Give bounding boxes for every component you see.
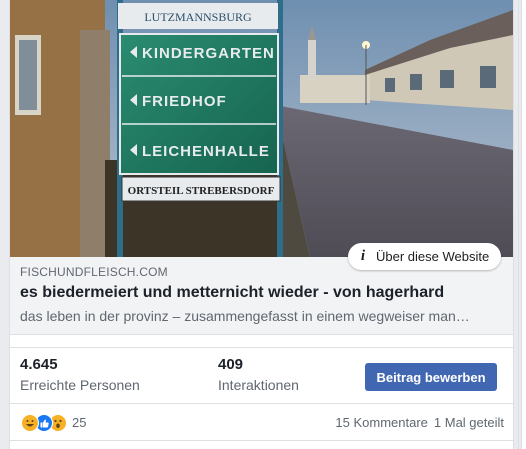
reach-label: Erreichte Personen [20, 377, 140, 393]
about-website-button[interactable]: i Über diese Website [348, 243, 502, 270]
reach-stat[interactable]: 4.645 Erreichte Personen [20, 356, 140, 393]
reaction-count[interactable]: 25 [72, 415, 86, 430]
info-icon: i [360, 248, 366, 264]
shares-link[interactable]: 1 Mal geteilt [434, 415, 504, 430]
reaction-icons[interactable] [21, 414, 67, 432]
interactions-stat[interactable]: 409 Interaktionen [218, 356, 299, 393]
sign-bottom-text: ORTSTEIL STREBERSDORF [128, 185, 275, 197]
haha-icon [21, 414, 39, 432]
adjacent-panel-edge [518, 0, 526, 449]
divider [10, 440, 513, 441]
reach-value: 4.645 [20, 356, 58, 373]
link-preview-image[interactable]: LUTZMANNSBURG KINDERGARTEN FRIEDHOF LEIC… [10, 0, 513, 257]
post-card: LUTZMANNSBURG KINDERGARTEN FRIEDHOF LEIC… [9, 0, 514, 449]
comments-link[interactable]: 15 Kommentare [335, 415, 428, 430]
interactions-label: Interaktionen [218, 377, 299, 393]
link-description: das leben in der provinz – zusammengefas… [20, 308, 470, 324]
interactions-value: 409 [218, 356, 244, 373]
engagement-links: 15 Kommentare 1 Mal geteilt [335, 415, 504, 430]
sign-item-kindergarten: KINDERGARTEN [142, 45, 275, 62]
sign-top-text: LUTZMANNSBURG [144, 10, 252, 24]
link-title[interactable]: es biedermeiert und metternicht wieder -… [20, 284, 503, 302]
reactions-bar: 25 15 Kommentare 1 Mal geteilt [10, 403, 513, 439]
post-insights: 4.645 Erreichte Personen 409 Interaktion… [10, 347, 513, 397]
sign-item-leichenhalle: LEICHENHALLE [142, 143, 270, 160]
boost-post-button[interactable]: Beitrag bewerben [365, 363, 497, 391]
street-sign-photo: LUTZMANNSBURG KINDERGARTEN FRIEDHOF LEIC… [10, 0, 513, 257]
about-website-label: Über diese Website [376, 249, 490, 264]
sign-item-friedhof: FRIEDHOF [142, 93, 227, 110]
